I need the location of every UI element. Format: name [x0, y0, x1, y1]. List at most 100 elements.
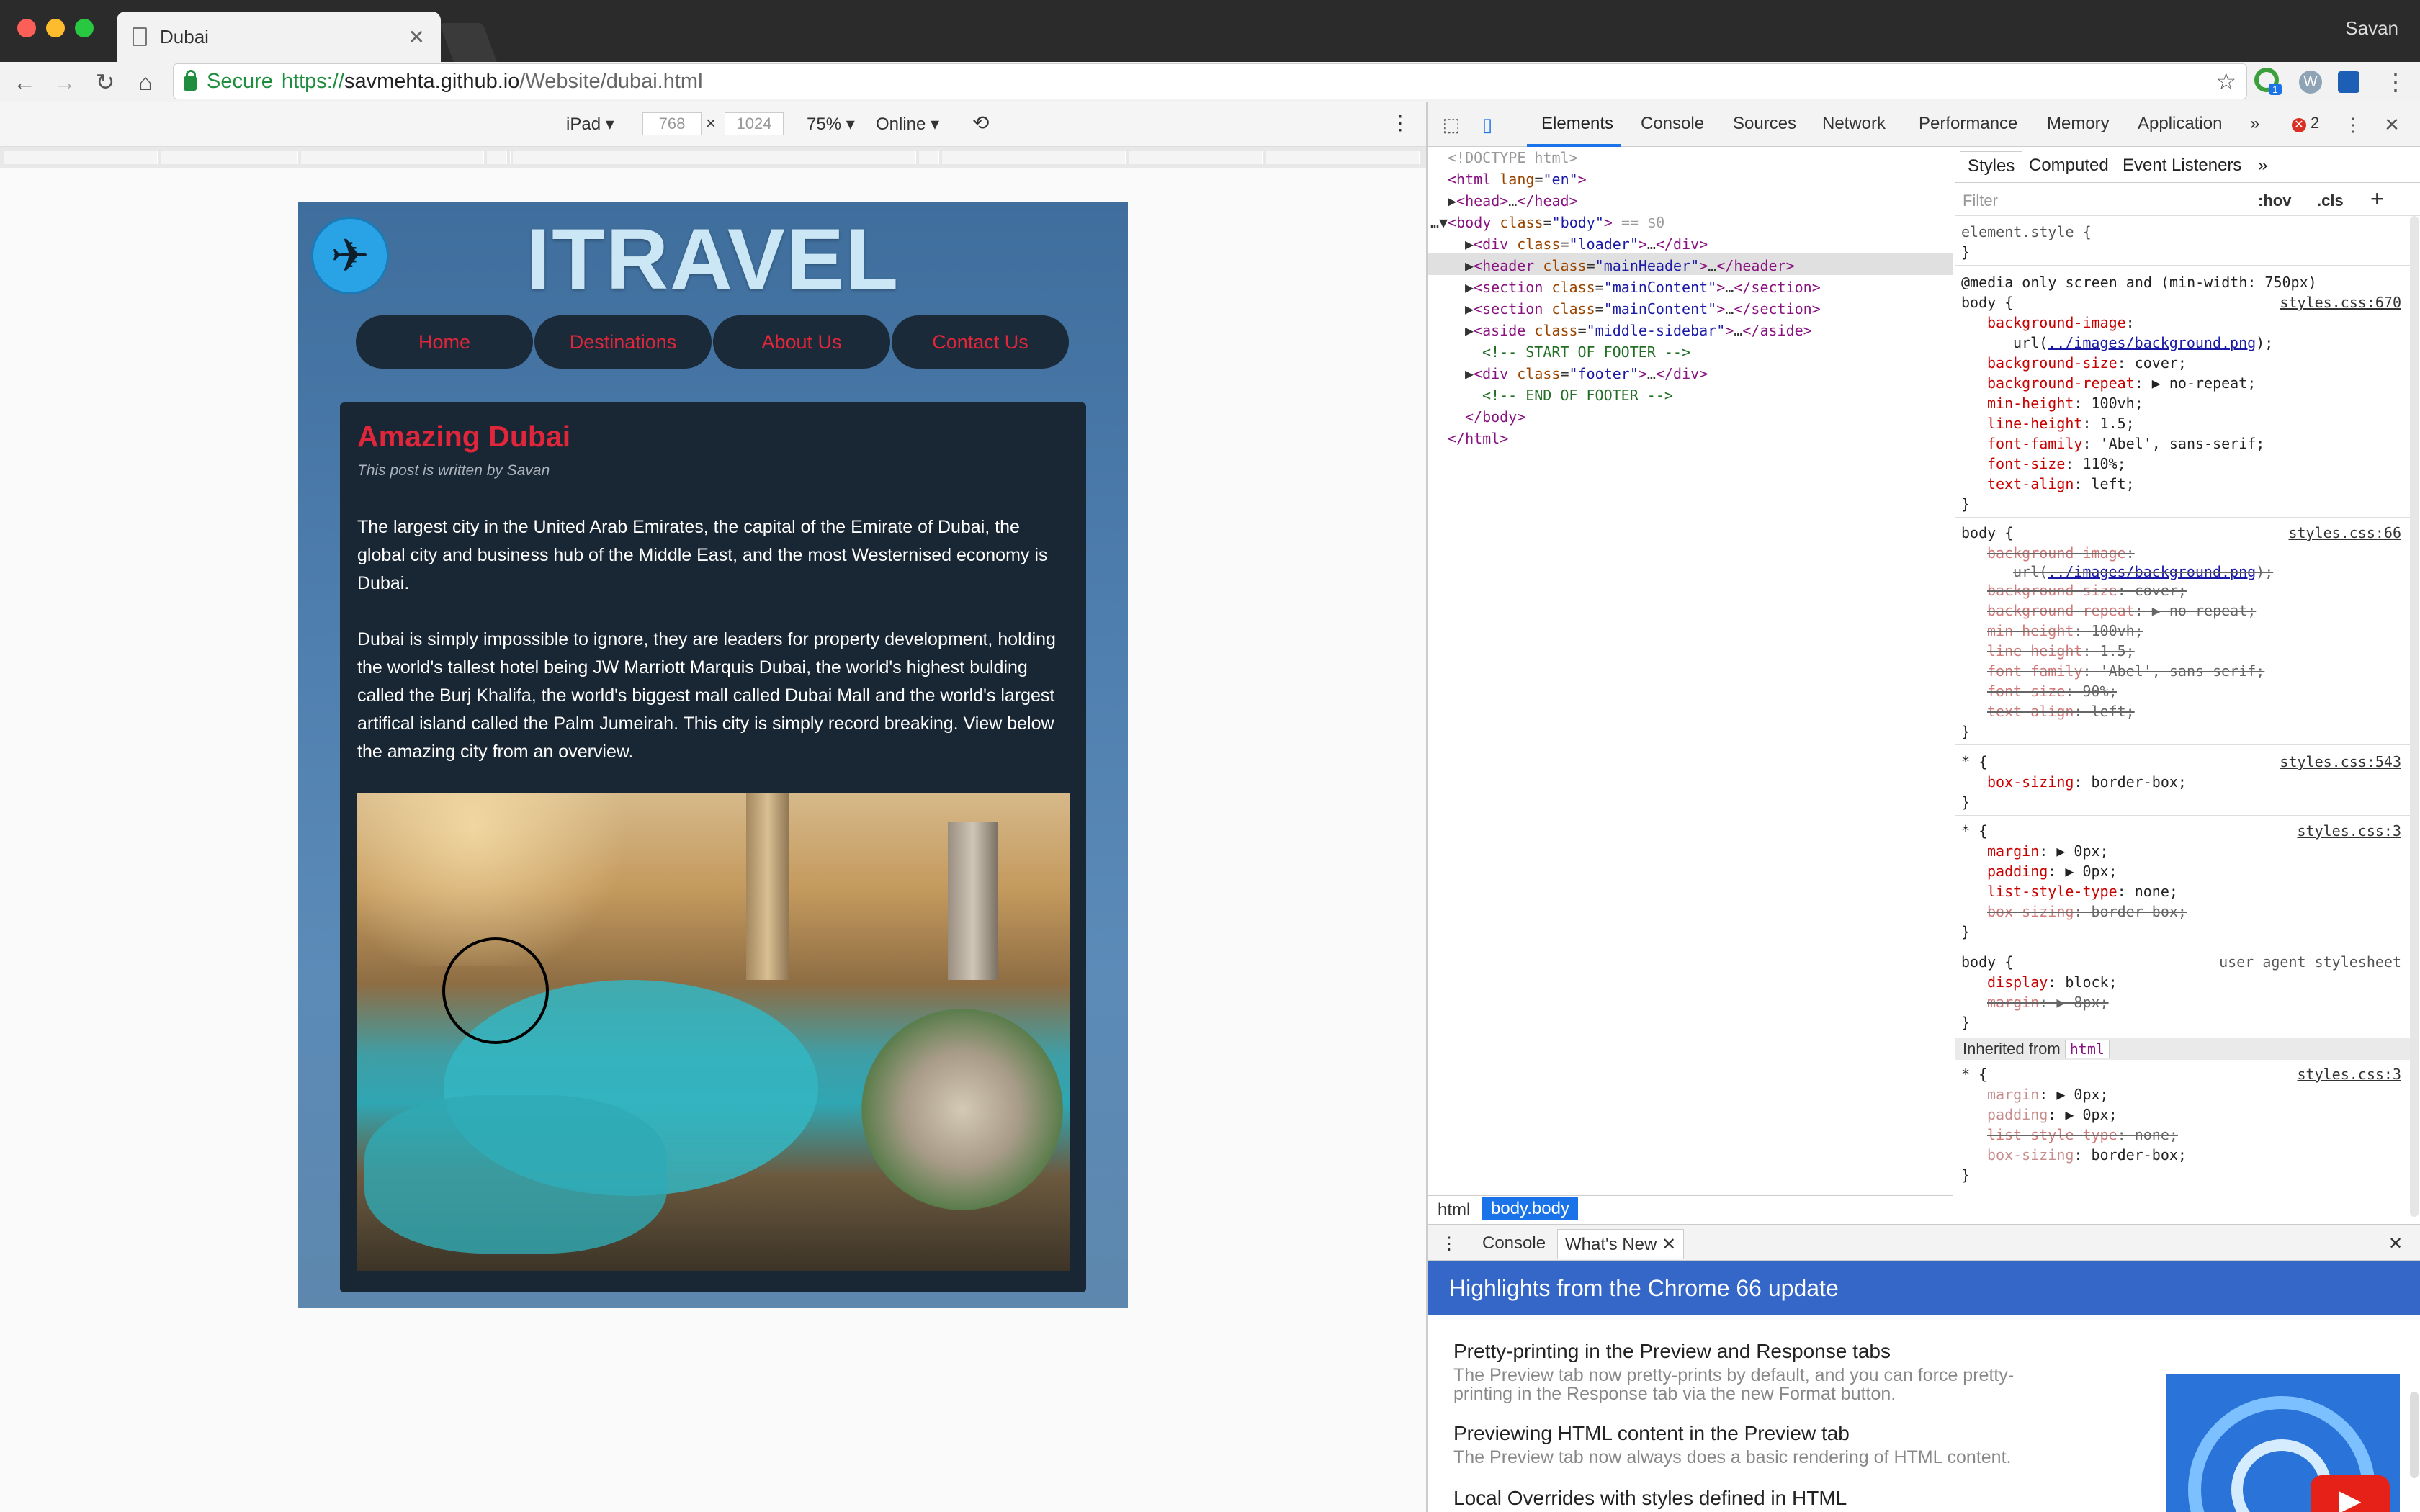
inspect-icon[interactable]: ⬚ — [1439, 112, 1464, 137]
extension-w-icon[interactable]: W — [2299, 71, 2322, 94]
nav-contact-us[interactable]: Contact Us — [892, 315, 1069, 369]
devtools-menu-icon[interactable]: ⋮ — [2341, 112, 2365, 137]
close-window-icon[interactable] — [17, 19, 36, 37]
document-icon — [133, 27, 147, 46]
url-scheme: https:// — [281, 69, 344, 93]
devtools-tabbar: ⬚ ▯ Elements Console Sources Network Per… — [1428, 102, 2420, 147]
source-link[interactable]: styles.css:670 — [2280, 292, 2401, 312]
device-height-input[interactable]: 1024 — [725, 112, 784, 135]
home-icon[interactable]: ⌂ — [131, 68, 160, 96]
back-icon[interactable]: ← — [10, 68, 39, 96]
tab-performance[interactable]: Performance — [1919, 114, 2017, 134]
source-link[interactable]: styles.css:543 — [2280, 752, 2401, 772]
tab-computed[interactable]: Computed — [2029, 156, 2109, 176]
post-paragraph-2: Dubai is simply impossible to ignore, th… — [357, 629, 1056, 762]
source-link[interactable]: styles.css:3 — [2298, 1064, 2402, 1084]
new-rule-icon[interactable]: + — [2370, 186, 2384, 212]
dom-node-section-1[interactable]: ▶<section class="mainContent">…</section… — [1465, 276, 1821, 298]
whats-new-item-desc: The Preview tab now always does a basic … — [1453, 1447, 2012, 1467]
breadcrumb-html[interactable]: html — [1438, 1200, 1470, 1220]
dom-comment-start-footer[interactable]: <!-- START OF FOOTER --> — [1482, 341, 1690, 363]
drawer-scrollbar[interactable] — [2410, 1392, 2419, 1478]
browser-menu-icon[interactable]: ⋮ — [2381, 68, 2410, 96]
breadcrumb-body[interactable]: body.body — [1482, 1197, 1578, 1220]
styles-scrollbar[interactable] — [2410, 216, 2419, 1217]
device-width-input[interactable]: 768 — [642, 112, 702, 135]
network-throttle-select[interactable]: Online ▾ — [876, 114, 939, 135]
article-card: Amazing Dubai This post is written by Sa… — [340, 402, 1086, 1292]
media-query-ruler[interactable] — [0, 147, 1426, 168]
cls-toggle[interactable]: .cls — [2317, 192, 2344, 210]
dom-node-head[interactable]: ▶<head>…</head> — [1448, 190, 1578, 212]
drawer-tab-whats-new[interactable]: What's New ✕ — [1557, 1229, 1685, 1259]
airplane-icon[interactable]: ✈ — [311, 217, 389, 294]
dom-breadcrumb: html body.body — [1428, 1195, 1953, 1224]
tab-application[interactable]: Application — [2138, 114, 2222, 134]
nav-destinations[interactable]: Destinations — [534, 315, 712, 369]
maximize-window-icon[interactable] — [75, 19, 94, 37]
source-link[interactable]: styles.css:66 — [2288, 523, 2401, 543]
dom-node-html[interactable]: <html lang="en"> — [1448, 168, 1587, 190]
extension-badge: 1 — [2269, 84, 2282, 95]
dom-node-header[interactable]: ▶<header class="mainHeader">…</header> — [1465, 255, 1795, 276]
minimize-window-icon[interactable] — [46, 19, 65, 37]
device-select[interactable]: iPad ▾ — [566, 114, 614, 135]
hov-toggle[interactable]: :hov — [2258, 192, 2291, 210]
profile-name[interactable]: Savan — [2345, 17, 2398, 40]
device-toolbar: iPad ▾ 768 × 1024 75% ▾ Online ▾ ⟲ ⋮ — [0, 102, 1426, 147]
tab-elements[interactable]: Elements — [1541, 114, 1613, 134]
source-link[interactable]: styles.css:3 — [2298, 821, 2402, 841]
whats-new-video-thumbnail[interactable]: ▶ — [2166, 1374, 2400, 1512]
dom-node-body[interactable]: …▼<body class="body"> == $0 — [1430, 212, 1664, 233]
more-tabs-icon[interactable]: » — [2250, 114, 2259, 134]
tab-console[interactable]: Console — [1641, 114, 1704, 134]
close-icon[interactable]: ✕ — [1662, 1235, 1676, 1254]
nav-home[interactable]: Home — [356, 315, 533, 369]
dom-comment-end-footer[interactable]: <!-- END OF FOOTER --> — [1482, 384, 1673, 406]
drawer-menu-icon[interactable]: ⋮ — [1440, 1233, 1458, 1254]
close-icon[interactable]: ✕ — [2388, 1233, 2403, 1254]
main-nav: Home Destinations About Us Contact Us — [356, 315, 1069, 369]
dom-node-loader[interactable]: ▶<div class="loader">…</div> — [1465, 233, 1708, 255]
tab-network[interactable]: Network — [1822, 114, 1886, 134]
star-icon[interactable]: ☆ — [2215, 68, 2236, 95]
new-tab-button[interactable] — [439, 23, 497, 62]
url-host: savmehta.github.io — [344, 69, 520, 93]
browser-tab[interactable]: Dubai ✕ — [117, 12, 441, 62]
dom-node-footer[interactable]: ▶<div class="footer">…</div> — [1465, 363, 1708, 384]
tab-memory[interactable]: Memory — [2047, 114, 2110, 134]
page-root: ITRAVEL ✈ Home Destinations About Us Con… — [298, 202, 1128, 1308]
device-toggle-icon[interactable]: ▯ — [1475, 112, 1500, 137]
browser-toolbar: ← → ↻ ⌂ Secure https:// savmehta.github.… — [0, 62, 2420, 102]
rotate-icon[interactable]: ⟲ — [972, 111, 989, 135]
nav-about-us[interactable]: About Us — [713, 315, 890, 369]
play-icon[interactable]: ▶ — [2311, 1475, 2390, 1512]
dom-node-aside[interactable]: ▶<aside class="middle-sidebar">…</aside> — [1465, 320, 1812, 341]
reload-icon[interactable]: ↻ — [91, 68, 120, 96]
whats-new-item-title[interactable]: Local Overrides with styles defined in H… — [1453, 1487, 1847, 1510]
close-icon[interactable]: ✕ — [2380, 112, 2404, 137]
url-path: /Website/dubai.html — [519, 69, 703, 93]
forward-icon[interactable]: → — [50, 68, 79, 96]
whats-new-item-title[interactable]: Pretty-printing in the Preview and Respo… — [1453, 1340, 1891, 1363]
browser-titlebar: Dubai ✕ Savan — [0, 0, 2420, 62]
post-title: Amazing Dubai — [357, 420, 571, 453]
drawer-tab-console[interactable]: Console — [1482, 1233, 1546, 1254]
styles-filter[interactable]: Filter :hov .cls + — [1955, 183, 2420, 216]
whats-new-item-title[interactable]: Previewing HTML content in the Preview t… — [1453, 1422, 1850, 1445]
post-paragraph-1: The largest city in the United Arab Emir… — [357, 517, 1048, 593]
error-count-badge[interactable]: ✕ 2 — [2292, 114, 2319, 132]
dom-node-section-2[interactable]: ▶<section class="mainContent">…</section… — [1465, 298, 1821, 320]
elements-tree[interactable]: <!DOCTYPE html> <html lang="en"> ▶<head>… — [1428, 147, 1953, 1202]
drawer-tabbar: ⋮ Console What's New ✕ ✕ — [1428, 1225, 2420, 1261]
extension-book-icon[interactable] — [2338, 71, 2360, 93]
address-bar[interactable]: Secure https:// savmehta.github.io /Webs… — [173, 63, 2247, 99]
tab-styles[interactable]: Styles — [1960, 151, 2023, 181]
more-icon[interactable]: ⋮ — [1390, 111, 1410, 135]
close-tab-icon[interactable]: ✕ — [408, 25, 425, 49]
whats-new-banner: Highlights from the Chrome 66 update — [1428, 1261, 2420, 1315]
tab-event-listeners[interactable]: Event Listeners — [2123, 156, 2241, 176]
more-styles-tabs-icon[interactable]: » — [2258, 156, 2267, 176]
zoom-select[interactable]: 75% ▾ — [807, 114, 855, 135]
tab-sources[interactable]: Sources — [1733, 114, 1796, 134]
